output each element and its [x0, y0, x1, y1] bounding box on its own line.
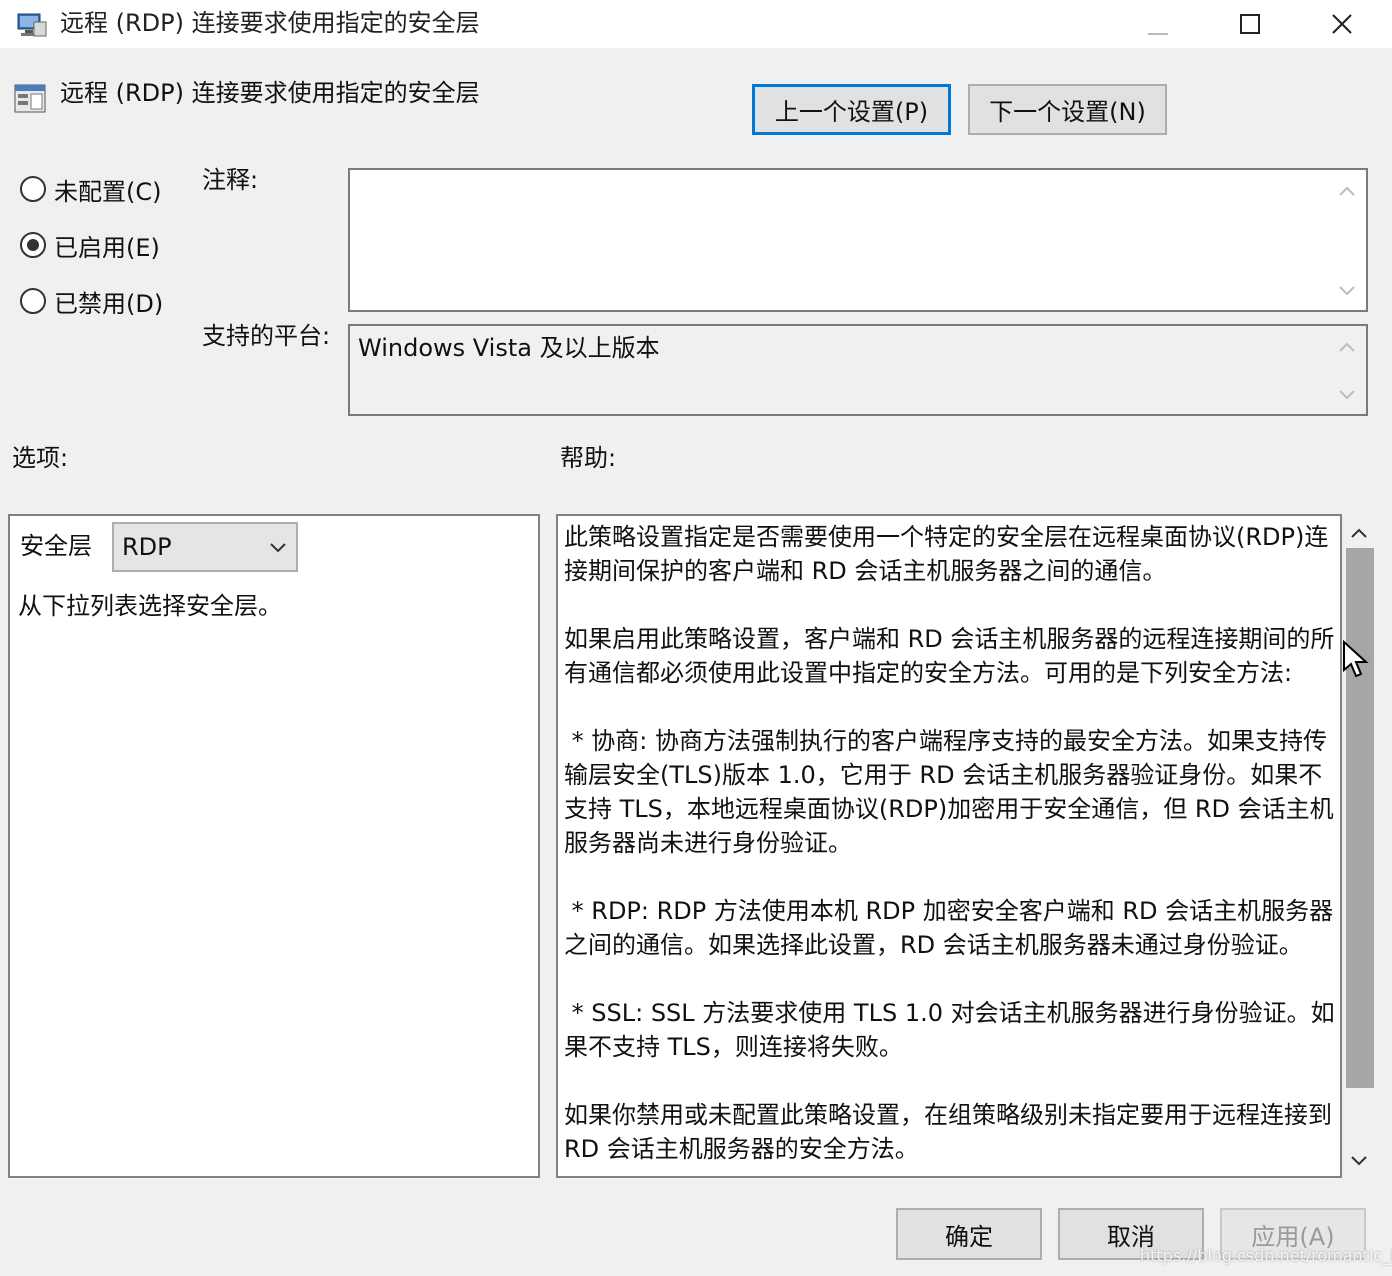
maximize-icon: [1240, 14, 1260, 34]
help-label: 帮助:: [560, 444, 617, 472]
help-text: 此策略设置指定是否需要使用一个特定的安全层在远程桌面协议(RDP)连接期间保护的…: [564, 523, 1335, 1163]
setting-title: 远程 (RDP) 连接要求使用指定的安全层: [60, 79, 480, 107]
radio-label: 未配置(C): [54, 177, 162, 206]
radio-button-icon: [20, 288, 46, 314]
comment-label: 注释:: [202, 166, 259, 194]
maximize-button[interactable]: [1204, 0, 1296, 48]
radio-not-configured[interactable]: 未配置(C): [20, 172, 161, 206]
previous-setting-button[interactable]: 上一个设置(P): [752, 84, 951, 135]
scroll-down-icon[interactable]: [1332, 276, 1362, 306]
scroll-down-icon[interactable]: [1344, 1146, 1374, 1176]
scroll-up-icon[interactable]: [1332, 332, 1362, 362]
scroll-up-icon[interactable]: [1344, 518, 1374, 548]
scroll-down-icon[interactable]: [1332, 380, 1362, 410]
mouse-cursor-icon: [1343, 640, 1369, 678]
security-layer-label: 安全层: [20, 532, 92, 560]
radio-label: 已禁用(D): [54, 289, 164, 318]
next-setting-button[interactable]: 下一个设置(N): [968, 84, 1167, 135]
radio-label: 已启用(E): [54, 233, 160, 262]
computer-policy-icon: [17, 13, 47, 37]
comment-textarea[interactable]: [348, 168, 1368, 312]
options-label: 选项:: [12, 444, 69, 472]
radio-enabled[interactable]: 已启用(E): [20, 228, 160, 262]
scrollbar-thumb[interactable]: [1346, 548, 1374, 1088]
policy-setting-icon: [14, 84, 46, 113]
radio-button-selected-icon: [20, 232, 46, 258]
minimize-button[interactable]: [1112, 0, 1204, 48]
close-icon: [1332, 14, 1352, 34]
options-description: 从下拉列表选择安全层。: [18, 592, 282, 620]
window-title: 远程 (RDP) 连接要求使用指定的安全层: [60, 9, 480, 37]
radio-button-icon: [20, 176, 46, 202]
ok-button[interactable]: 确定: [896, 1208, 1042, 1260]
close-button[interactable]: [1296, 0, 1388, 48]
supported-platform-value: Windows Vista 及以上版本: [358, 334, 660, 362]
chevron-down-icon: [270, 543, 286, 553]
minimize-icon: [1148, 33, 1168, 35]
radio-disabled[interactable]: 已禁用(D): [20, 284, 163, 318]
supported-platform-label: 支持的平台:: [202, 322, 331, 350]
security-layer-dropdown[interactable]: RDP: [112, 522, 298, 572]
watermark: https://blog.csdn.net/romantic_love: [1140, 1246, 1392, 1265]
security-layer-value: RDP: [122, 533, 172, 561]
help-panel: 此策略设置指定是否需要使用一个特定的安全层在远程桌面协议(RDP)连接期间保护的…: [556, 514, 1342, 1178]
scroll-up-icon[interactable]: [1332, 176, 1362, 206]
